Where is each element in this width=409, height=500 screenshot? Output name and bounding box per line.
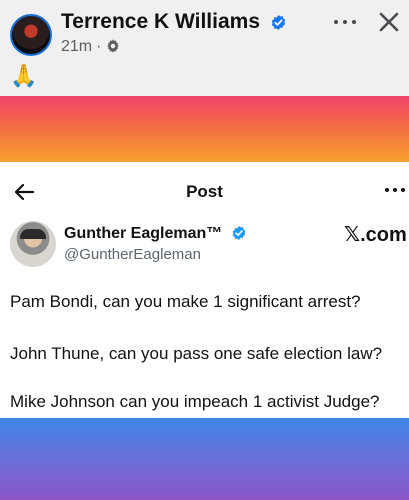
x-author-row: Gunther Eagleman™	[64, 225, 247, 243]
cap-shape	[20, 229, 46, 239]
x-author-handle: @GuntherEagleman	[64, 246, 201, 263]
gradient-band-bottom	[0, 418, 409, 500]
more-horizontal-icon	[383, 188, 407, 194]
x-post-line: Pam Bondi, can you make 1 significant ar…	[10, 292, 361, 311]
gear-icon[interactable]	[105, 38, 121, 59]
verified-badge-icon	[232, 226, 245, 240]
author-name-row: Terrence K Williams	[61, 10, 287, 37]
author-name[interactable]: Terrence K Williams	[61, 10, 260, 33]
post-timestamp[interactable]: 21m	[61, 38, 92, 55]
more-options-icon[interactable]	[334, 12, 356, 32]
post-text: 🙏	[10, 63, 38, 88]
x-post-line: Mike Johnson can you impeach 1 activist …	[10, 392, 380, 411]
x-author-name: Gunther Eagleman™	[64, 225, 223, 242]
x-brand-watermark: 𝕏.com	[344, 224, 407, 246]
shared-image[interactable]: Post Gunther Eagleman™ @GuntherEagleman …	[0, 162, 409, 418]
close-icon[interactable]	[377, 10, 401, 34]
x-header-title: Post	[186, 182, 223, 201]
verified-badge-icon	[270, 13, 287, 37]
gradient-band-top	[0, 96, 409, 162]
post-header: Terrence K Williams 21m · 🙏	[0, 0, 409, 96]
author-avatar[interactable]	[10, 14, 52, 56]
post-meta: 21m ·	[61, 38, 121, 59]
x-post-line: John Thune, can you pass one safe electi…	[10, 344, 383, 363]
meta-separator: ·	[96, 38, 102, 55]
x-author-avatar	[10, 221, 56, 267]
